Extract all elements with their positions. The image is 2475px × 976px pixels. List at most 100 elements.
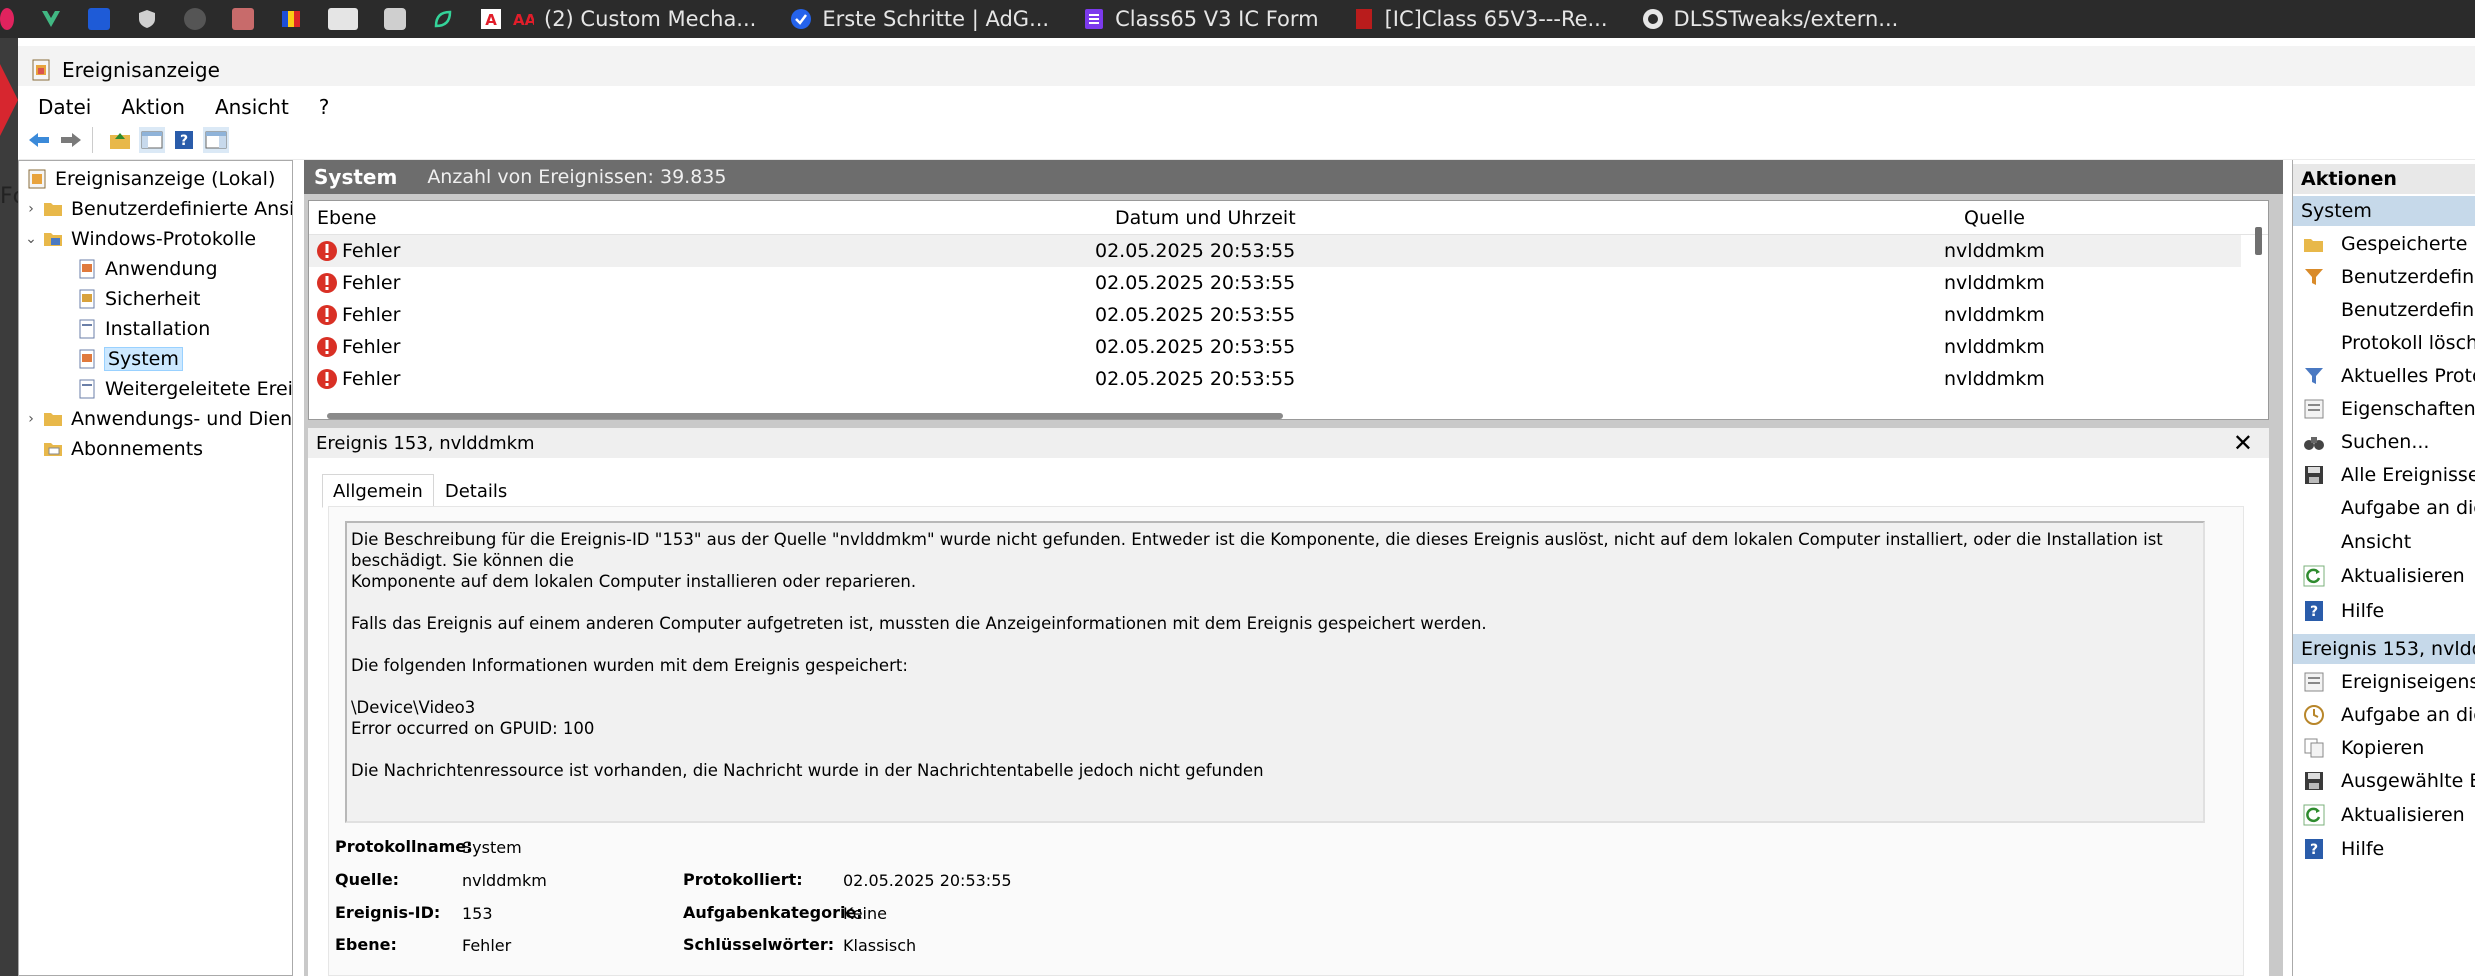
leaf-icon[interactable] — [432, 8, 454, 30]
tree-item-app-service-logs[interactable]: › Anwendungs- und Dienstprotokolle — [23, 405, 293, 433]
back-icon[interactable] — [26, 127, 52, 153]
menu-aktion[interactable]: Aktion — [115, 91, 191, 123]
vertical-scrollbar[interactable] — [2255, 227, 2262, 255]
chevron-right-icon[interactable]: › — [23, 201, 39, 217]
event-viewer-icon — [27, 169, 47, 189]
form-icon — [1083, 8, 1105, 30]
actions-section-system[interactable]: System — [2293, 196, 2475, 226]
up-folder-icon[interactable] — [107, 127, 133, 153]
show-hide-action-pane-icon[interactable] — [203, 126, 229, 153]
tree-item-custom-views[interactable]: › Benutzerdefinierte Ansicht — [23, 195, 292, 223]
action-label: Aktualisieren — [2341, 804, 2465, 826]
action-copy[interactable]: Kopieren — [2293, 732, 2475, 764]
action-attach-task-event[interactable]: Aufgabe an dieses Ereignis anfügen... — [2293, 699, 2475, 731]
action-label: Ausgewählte Ereignisse speichern... — [2341, 770, 2475, 792]
action-attach-task-log[interactable]: Aufgabe an dieses Protokoll anfügen... — [2293, 492, 2475, 524]
table-row[interactable]: Fehler 02.05.2025 20:53:55 nvlddmkm — [309, 267, 2241, 299]
action-view[interactable]: Ansicht — [2293, 526, 2475, 558]
tree-item-label: Weitergeleitete Ereignisse — [105, 378, 293, 400]
image-icon[interactable] — [232, 8, 254, 30]
show-hide-tree-icon[interactable] — [139, 126, 165, 153]
tree-item-anwendung[interactable]: Anwendung — [77, 255, 218, 283]
action-filter-current-log[interactable]: Aktuelles Protokoll filtern... — [2293, 360, 2475, 392]
tree-item-subscriptions[interactable]: Abonnements — [23, 435, 203, 463]
bookmark-icon[interactable] — [0, 8, 14, 30]
action-refresh[interactable]: Aktualisieren — [2293, 560, 2475, 592]
action-save-selected-events[interactable]: Ausgewählte Ereignisse speichern... — [2293, 765, 2475, 797]
cell-datetime: 02.05.2025 20:53:55 — [1095, 272, 1296, 294]
tree-item-windows-logs[interactable]: ⌄ Windows-Protokolle — [23, 225, 256, 253]
bookmark-label: [IC]Class 65V3---Re... — [1384, 7, 1608, 31]
action-import-custom-view[interactable]: Benutzerdefinierte Ansicht importieren..… — [2293, 294, 2475, 326]
action-help-event[interactable]: ? Hilfe — [2293, 833, 2475, 865]
action-refresh-event[interactable]: Aktualisieren — [2293, 799, 2475, 831]
tree-item-label: Installation — [105, 318, 211, 340]
cbk-icon[interactable] — [328, 8, 358, 30]
properties-icon — [2303, 398, 2325, 420]
app-icon[interactable] — [88, 8, 110, 30]
bookmark-custom-mecha[interactable]: AA (2) Custom Mecha... — [512, 7, 756, 31]
prop-value-aufgabenkategorie: Keine — [843, 904, 887, 923]
chevron-down-icon[interactable]: ⌄ — [23, 231, 39, 247]
table-row[interactable]: Fehler 02.05.2025 20:53:55 nvlddmkm — [309, 235, 2241, 267]
menu-ansicht[interactable]: Ansicht — [209, 91, 295, 123]
action-create-custom-view[interactable]: Benutzerdefinierte Ansicht erstellen... — [2293, 261, 2475, 293]
globe-icon[interactable] — [184, 8, 206, 30]
action-clear-log[interactable]: Protokoll löschen... — [2293, 327, 2475, 359]
help-icon[interactable]: ? — [171, 127, 197, 153]
action-label: Aufgabe an dieses Protokoll anfügen... — [2341, 497, 2475, 519]
adobe-icon[interactable]: A — [480, 8, 502, 30]
close-icon[interactable]: ✕ — [2233, 429, 2253, 457]
bookmark-label: Class65 V3 IC Form — [1115, 7, 1319, 31]
vue-icon[interactable] — [40, 8, 62, 30]
bookmark-dlsstweaks[interactable]: DLSSTweaks/extern... — [1642, 7, 1898, 31]
column-header-level[interactable]: Ebene — [317, 207, 377, 229]
tab-allgemein[interactable]: Allgemein — [322, 474, 434, 508]
flag-icon[interactable] — [280, 8, 302, 30]
table-row[interactable]: Fehler 02.05.2025 20:53:55 nvlddmkm — [309, 299, 2241, 331]
action-save-all-events[interactable]: Alle Ereignisse speichern unter... — [2293, 459, 2475, 491]
action-search[interactable]: Suchen... — [2293, 426, 2475, 458]
bookmark-class65-form[interactable]: Class65 V3 IC Form — [1083, 7, 1319, 31]
actions-section-event[interactable]: Ereignis 153, nvlddmkm — [2293, 634, 2475, 664]
cell-source: nvlddmkm — [1944, 336, 2045, 358]
forward-icon[interactable] — [58, 127, 84, 153]
event-description[interactable]: Die Beschreibung für die Ereignis-ID "15… — [345, 521, 2205, 823]
tree-item-sicherheit[interactable]: Sicherheit — [77, 285, 200, 313]
chevron-right-icon[interactable]: › — [23, 411, 39, 427]
tree-item-label: Ereignisanzeige (Lokal) — [55, 168, 276, 190]
bookmark-erste-schritte[interactable]: Erste Schritte | AdG... — [790, 7, 1049, 31]
column-header-source[interactable]: Quelle — [1964, 207, 2025, 229]
cell-datetime: 02.05.2025 20:53:55 — [1095, 368, 1296, 390]
column-header-datetime[interactable]: Datum und Uhrzeit — [1115, 207, 1296, 229]
table-header: Ebene Datum und Uhrzeit Quelle — [309, 201, 2268, 235]
action-event-properties[interactable]: Ereigniseigenschaften — [2293, 666, 2475, 698]
tree-item-root[interactable]: Ereignisanzeige (Lokal) — [23, 165, 275, 193]
tree-item-label: Anwendung — [105, 258, 218, 280]
table-row[interactable]: Fehler 02.05.2025 20:53:55 nvlddmkm — [309, 331, 2241, 363]
action-label: Protokoll löschen... — [2341, 332, 2475, 354]
bookmark-label: (2) Custom Mecha... — [544, 7, 757, 31]
action-properties[interactable]: Eigenschaften — [2293, 393, 2475, 425]
prop-label-quelle: Quelle: — [335, 870, 400, 889]
tree-item-system[interactable]: System — [77, 345, 183, 373]
tree-item-installation[interactable]: Installation — [77, 315, 210, 343]
blank-icon — [2303, 332, 2325, 354]
tree-item-label: Anwendungs- und Dienstprotokolle — [71, 408, 293, 430]
tree-item-forwarded-events[interactable]: Weitergeleitete Ereignisse — [77, 375, 293, 403]
console-tree: Ereignisanzeige (Lokal) › Benutzerdefini… — [18, 160, 293, 976]
prop-label-protokolliert: Protokolliert: — [683, 870, 803, 889]
action-open-saved-log[interactable]: Gespeicherte Protokolldatei öffnen... — [2293, 228, 2475, 260]
menu-datei[interactable]: Datei — [32, 91, 97, 123]
action-label: Suchen... — [2341, 431, 2430, 453]
binoculars-icon — [2303, 431, 2325, 453]
tab-details[interactable]: Details — [434, 474, 518, 508]
shield-icon[interactable] — [136, 8, 158, 30]
horizontal-scrollbar[interactable] — [327, 413, 1283, 419]
action-help[interactable]: ? Hilfe — [2293, 595, 2475, 627]
menu-help[interactable]: ? — [313, 91, 336, 123]
bookmark-class65-re[interactable]: [IC]Class 65V3---Re... — [1353, 7, 1608, 31]
table-row[interactable]: Fehler 02.05.2025 20:53:55 nvlddmkm — [309, 363, 2241, 395]
script-icon[interactable] — [384, 8, 406, 30]
task-icon — [2303, 704, 2325, 726]
